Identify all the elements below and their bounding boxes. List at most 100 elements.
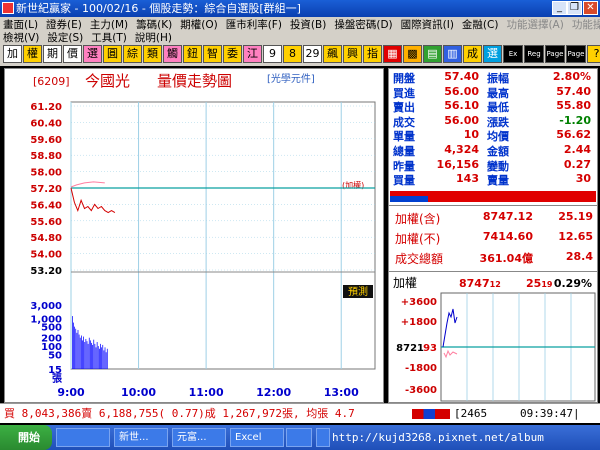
toolbar-button[interactable]: Page — [545, 45, 565, 63]
price-tick-label: 55.60 — [30, 217, 62, 228]
toolbar-button[interactable]: 指 — [363, 45, 382, 63]
quote-value: 16,156 — [436, 157, 479, 171]
volume-bar — [96, 342, 98, 369]
quote-panel: 開盤 57.40 振幅 2.80% 買進 56.00 最高 57.40 賣出 56.10 最低 55.… — [388, 68, 598, 403]
mini-tick-label: +3600 — [401, 297, 437, 308]
taskbar-task[interactable]: Excel — [230, 428, 284, 447]
toolbar-button[interactable]: 江 — [243, 45, 262, 63]
quote-row: 賣出 56.10 最低 55.80 — [389, 99, 597, 114]
volume-bar — [94, 343, 96, 369]
menu-item[interactable]: 功能選擇(A) — [506, 17, 563, 32]
index-change: 28.4 — [565, 250, 593, 263]
quote-row: 昨量 16,156 變動 0.27 — [389, 158, 597, 173]
mini-tick-label: +1800 — [401, 317, 437, 328]
toolbar-button[interactable]: Page — [566, 45, 586, 63]
volume-bar — [74, 326, 75, 369]
mini-tick-label: 8721 — [396, 343, 424, 354]
menu-bar: 畫面(L) 證券(E) 主力(M) 籌碼(K) 期權(O) 匯市利率(F) 投資(B) 操盤密… — [0, 17, 600, 44]
time-tick-label: 10:00 — [121, 386, 156, 399]
price-tick-label: 61.20 — [30, 102, 62, 113]
menu-item[interactable]: 操盤密碼(D) — [334, 17, 392, 32]
taskbar-task[interactable] — [316, 428, 330, 447]
volume-bar — [77, 329, 79, 369]
volume-bar — [93, 339, 95, 369]
taskbar-task[interactable]: 元富... — [172, 428, 226, 447]
taskbar-task[interactable] — [286, 428, 312, 447]
volume-bar — [75, 328, 77, 369]
quote-label: 成交 — [393, 115, 415, 129]
toolbar-button[interactable]: 綜 — [123, 45, 142, 63]
quote-value: 56.00 — [444, 113, 479, 127]
quote-label: 買進 — [393, 86, 415, 100]
price-tick-label: 57.20 — [30, 184, 62, 195]
toolbar-button[interactable]: 圓 — [103, 45, 122, 63]
toolbar-button[interactable]: 權 — [23, 45, 42, 63]
menu-item[interactable]: 功能操作(T) — [572, 17, 600, 32]
price-line — [70, 187, 116, 214]
volume-tick-label: 500 — [41, 323, 62, 334]
toolbar-button[interactable]: 選 — [483, 45, 502, 63]
menu-item[interactable]: 期權(O) — [180, 17, 217, 32]
mini-chart-label: 加權 — [393, 276, 417, 290]
forecast-badge[interactable]: 預測 — [348, 285, 368, 298]
restore-button[interactable]: ❐ — [567, 1, 582, 15]
menu-item[interactable]: 投資(B) — [290, 17, 326, 32]
taskbar-task[interactable]: 新世... — [114, 428, 168, 447]
toolbar-button[interactable]: 委 — [223, 45, 242, 63]
toolbar-button[interactable]: 飆 — [323, 45, 342, 63]
menu-item[interactable]: 國際資訊(I) — [401, 17, 454, 32]
volume-bar — [79, 337, 81, 369]
price-tick-label: 53.20 — [30, 266, 62, 277]
mini-index-pct: 0.29% — [554, 277, 592, 290]
toolbar-button[interactable]: 期 — [43, 45, 62, 63]
price-tick-label: 56.40 — [30, 200, 62, 211]
toolbar-button[interactable]: 類 — [143, 45, 162, 63]
toolbar-button[interactable]: ▦ — [383, 45, 402, 63]
toolbar-button[interactable]: 鈕 — [183, 45, 202, 63]
ask-bar-fill — [390, 196, 428, 202]
mini-chart-plot: +3600 +1800 8721 93 -1800 -3600 — [396, 292, 596, 402]
quote-value: 2.44 — [563, 143, 591, 156]
menu-item[interactable]: 金融(C) — [462, 17, 499, 32]
toolbar-button[interactable]: 8 — [283, 45, 302, 63]
toolbar-button[interactable]: 價 — [63, 45, 82, 63]
volume-bar — [76, 332, 78, 369]
toolbar-button[interactable]: 加 — [3, 45, 22, 63]
toolbar-button[interactable]: 選 — [83, 45, 102, 63]
quote-row: 買量 143 賣量 30 — [389, 172, 597, 187]
volume-bar — [92, 344, 93, 369]
toolbar-button[interactable]: ▥ — [443, 45, 462, 63]
quote-label: 昨量 — [393, 159, 415, 173]
volume-bar — [85, 338, 87, 369]
quote-value: 56.10 — [444, 99, 479, 113]
app-icon — [2, 2, 14, 14]
quote-label: 總量 — [393, 145, 415, 158]
toolbar: 加權期價選圓綜類觸鈕智委江 9 8 29 飆興指 ▦ ▩ ▤ ▥ 成選 Ex Reg Page Page? — [0, 43, 600, 66]
close-button[interactable]: ✕ — [583, 1, 598, 15]
toolbar-button[interactable]: Ex — [503, 45, 523, 63]
toolbar-button[interactable]: Reg — [524, 45, 544, 63]
volume-bar — [97, 346, 99, 369]
toolbar-button[interactable]: 觸 — [163, 45, 182, 63]
quote-label: 金額 — [487, 145, 509, 158]
volume-bar — [72, 316, 73, 369]
quote-value: 57.40 — [444, 70, 479, 83]
time-tick-label: 11:00 — [189, 386, 224, 399]
toolbar-button[interactable]: 成 — [463, 45, 482, 63]
toolbar-button[interactable]: ▤ — [423, 45, 442, 63]
toolbar-button[interactable]: 29 — [303, 45, 322, 63]
toolbar-button[interactable]: 興 — [343, 45, 362, 63]
volume-bars — [72, 316, 108, 369]
toolbar-button[interactable]: ▩ — [403, 45, 422, 63]
volume-bar — [78, 334, 80, 369]
toolbar-button[interactable]: 9 — [263, 45, 282, 63]
menu-item[interactable]: 匯市利率(F) — [226, 17, 282, 32]
start-button[interactable]: 開始 — [0, 425, 52, 450]
divider — [389, 271, 597, 272]
quote-label: 變動 — [487, 159, 509, 173]
taskbar-task[interactable] — [56, 428, 110, 447]
minimize-button[interactable]: _ — [552, 1, 567, 15]
toolbar-button[interactable]: ? — [587, 45, 600, 63]
toolbar-button[interactable]: 智 — [203, 45, 222, 63]
price-tick-label: 58.80 — [30, 151, 62, 162]
